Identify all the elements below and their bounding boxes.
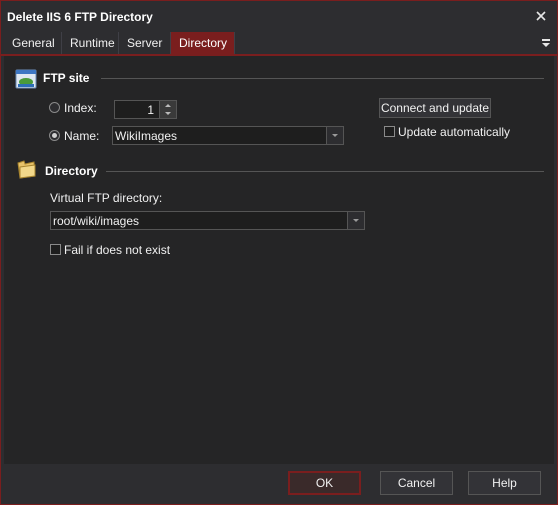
ftp-site-icon xyxy=(15,69,37,89)
cancel-button[interactable]: Cancel xyxy=(380,471,453,495)
virtual-ftp-directory-value: root/wiki/images xyxy=(53,214,140,228)
dialog-footer: OK Cancel Help xyxy=(1,464,557,504)
ok-button[interactable]: OK xyxy=(288,471,361,495)
ftp-site-divider xyxy=(101,78,544,79)
fail-if-not-exist-label: Fail if does not exist xyxy=(64,243,171,257)
index-label: Index: xyxy=(64,101,97,115)
ftp-site-name-combo[interactable]: WikiImages xyxy=(112,126,344,145)
window-title: Delete IIS 6 FTP Directory xyxy=(7,10,153,24)
content-panel: FTP site Index: 1 Name: WikiImages Conne… xyxy=(4,56,554,464)
fail-if-not-exist-checkbox[interactable] xyxy=(50,244,61,255)
name-label: Name: xyxy=(64,129,100,143)
tab-server[interactable]: Server xyxy=(119,32,171,54)
name-radio[interactable] xyxy=(49,130,60,141)
title-bar: Delete IIS 6 FTP Directory xyxy=(1,1,557,32)
spin-buttons[interactable] xyxy=(159,101,176,118)
close-button[interactable] xyxy=(529,5,553,27)
chevron-down-icon xyxy=(332,134,338,137)
index-spinner[interactable]: 1 xyxy=(114,100,177,119)
tab-directory[interactable]: Directory xyxy=(171,32,235,54)
virtual-ftp-directory-label: Virtual FTP directory: xyxy=(50,191,163,205)
index-radio[interactable] xyxy=(49,102,60,113)
update-automatically-checkbox[interactable] xyxy=(384,126,395,137)
spin-up-icon[interactable] xyxy=(160,101,176,109)
tab-menu-icon[interactable] xyxy=(539,36,553,50)
tab-strip: General Runtime Server Directory xyxy=(1,32,557,56)
directory-divider xyxy=(106,171,544,172)
chevron-down-icon xyxy=(353,219,359,222)
tab-general[interactable]: General xyxy=(4,32,62,54)
ftp-site-name-value: WikiImages xyxy=(115,129,178,143)
virtual-ftp-directory-combo[interactable]: root/wiki/images xyxy=(50,211,365,230)
ftp-site-name-dropdown[interactable] xyxy=(326,127,343,144)
folder-icon xyxy=(17,160,36,179)
close-icon xyxy=(536,11,546,21)
ftp-site-heading: FTP site xyxy=(43,71,90,85)
update-automatically-label: Update automatically xyxy=(398,125,511,139)
directory-heading: Directory xyxy=(45,164,98,178)
tab-runtime[interactable]: Runtime xyxy=(62,32,119,54)
help-button[interactable]: Help xyxy=(468,471,541,495)
dialog-window: Delete IIS 6 FTP Directory General Runti… xyxy=(0,0,558,505)
connect-and-update-button[interactable]: Connect and update xyxy=(379,98,491,118)
virtual-ftp-directory-dropdown[interactable] xyxy=(347,212,364,229)
index-value: 1 xyxy=(147,103,154,117)
spin-down-icon[interactable] xyxy=(160,110,176,118)
